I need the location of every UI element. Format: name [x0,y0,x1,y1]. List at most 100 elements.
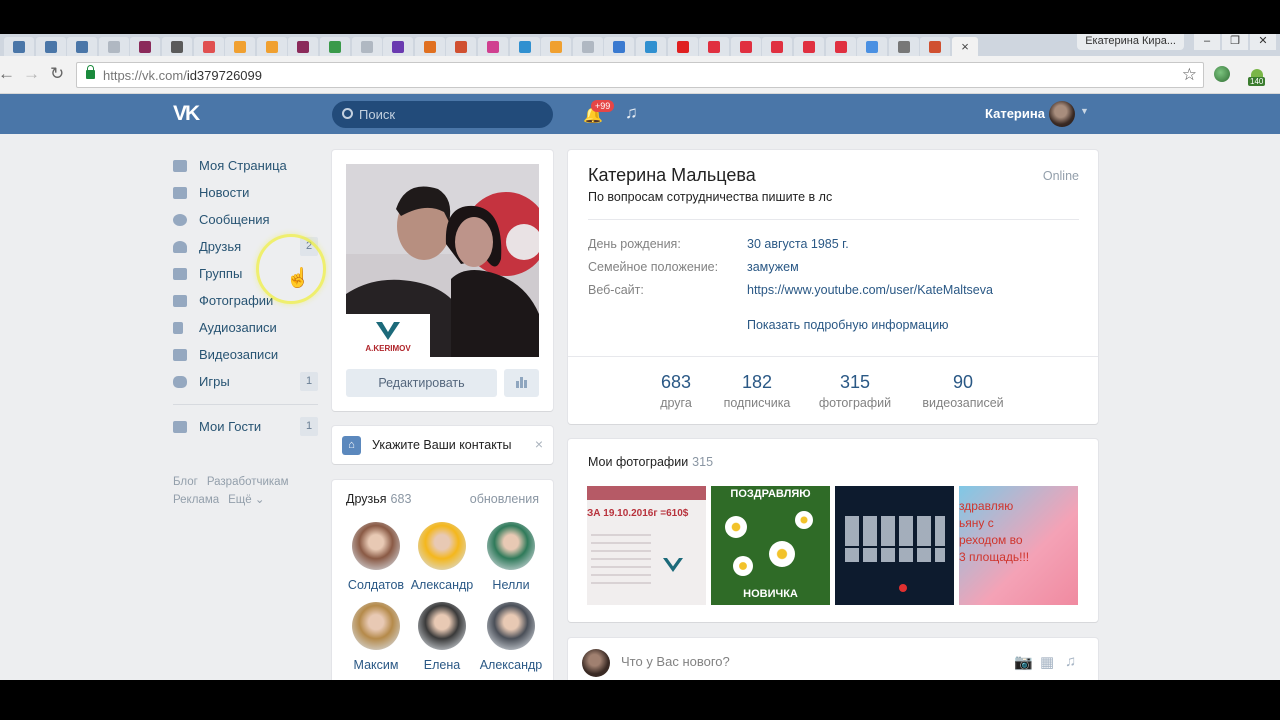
friend-name[interactable]: Александр [407,578,477,592]
browser-tab[interactable] [414,37,445,56]
chevron-down-icon[interactable]: ▼ [1080,106,1089,116]
browser-tab[interactable] [888,37,919,56]
sidebar-item-my-page[interactable]: Моя Страница [173,152,318,179]
friend-item[interactable]: Солдатов [341,522,411,592]
vk-logo[interactable]: VK [173,102,200,126]
close-window-button[interactable]: ✕ [1250,34,1276,50]
browser-tab[interactable] [920,37,951,56]
minimize-button[interactable]: – [1194,34,1220,50]
sidebar-item-messages[interactable]: Сообщения [173,206,318,233]
edit-profile-button[interactable]: Редактировать [346,369,497,397]
search-input[interactable]: Поиск [332,101,553,128]
browser-tab[interactable] [794,37,824,56]
photo-thumb-3[interactable] [835,486,954,605]
browser-tab[interactable] [130,37,161,56]
post-input[interactable]: Что у Вас нового? [621,654,730,669]
friend-name[interactable]: Елена [407,658,477,672]
friend-avatar[interactable] [352,602,400,650]
header-user-name[interactable]: Катерина [985,106,1045,121]
sidebar-item-news[interactable]: Новости [173,179,318,206]
browser-tab[interactable] [256,37,287,56]
browser-tab[interactable] [4,37,34,56]
camera-icon[interactable]: 📷 [1014,653,1033,671]
photo-thumb-1[interactable]: ЗА 19.10.2016г =610$ [587,486,706,605]
friend-avatar[interactable] [487,522,535,570]
profile-photo[interactable]: A.KERIMOV [346,164,539,357]
bookmark-star-icon[interactable]: ☆ [1182,65,1197,85]
counter-followers[interactable]: 182 подписчика [717,372,797,410]
friend-item[interactable]: Александр [476,602,546,672]
friend-name[interactable]: Максим [341,658,411,672]
browser-tab[interactable] [699,37,730,56]
url-text[interactable]: https://vk.com/id379726099 [103,68,262,83]
sidebar-item-games[interactable]: Игры 1 [173,368,318,395]
video-icon[interactable]: ▦ [1040,653,1054,671]
friend-item[interactable]: Максим [341,602,411,672]
counter-friends[interactable]: 683 друга [651,372,701,410]
browser-tab[interactable] [67,37,98,56]
browser-tab[interactable] [667,37,698,56]
browser-tab[interactable] [288,37,319,56]
sidebar-item-audio[interactable]: Аудиозаписи [173,314,318,341]
browser-tab[interactable] [320,37,350,56]
info-value[interactable]: 30 августа 1985 г. [747,237,849,251]
browser-tab[interactable] [825,37,856,56]
friend-name[interactable]: Александр [476,658,546,672]
forward-arrow-icon[interactable]: → [23,64,40,84]
contacts-hint-text[interactable]: Укажите Ваши контакты [372,438,512,452]
footer-link-more[interactable]: Ещё ⌄ [228,494,264,506]
maximize-button[interactable]: ❐ [1222,34,1248,50]
music-icon[interactable]: ♫ [625,103,638,123]
close-tab-icon[interactable]: × [961,39,969,54]
browser-tab[interactable] [225,37,256,56]
extension-android-icon[interactable]: 140 [1248,68,1266,88]
extension-globe-icon[interactable] [1214,66,1230,82]
browser-tab[interactable] [98,37,129,56]
browser-tab[interactable] [730,37,761,56]
browser-tab[interactable] [478,37,508,56]
stats-button[interactable] [504,369,539,397]
footer-link-developers[interactable]: Разработчикам [207,476,289,488]
counter-videos[interactable]: 90 видеозаписей [918,372,1008,410]
sidebar-item-guests[interactable]: Мои Гости 1 [173,413,318,440]
browser-tab[interactable] [351,37,382,56]
audio-icon[interactable]: ♫ [1065,653,1076,670]
friend-name[interactable]: Солдатов [341,578,411,592]
reload-icon[interactable]: ↻ [50,64,64,84]
friend-name[interactable]: Нелли [476,578,546,592]
browser-tab[interactable] [383,37,414,56]
browser-tab[interactable] [604,37,635,56]
friend-item[interactable]: Елена [407,602,477,672]
footer-link-ads[interactable]: Реклама [173,494,219,506]
profile-status[interactable]: По вопросам сотрудничества пишите в лс [588,190,832,204]
photo-thumb-2[interactable]: ПОЗДРАВЛЯЮ НОВИЧКА [711,486,830,605]
browser-tab[interactable] [636,37,666,56]
browser-tab[interactable] [541,37,572,56]
browser-tab[interactable] [162,37,192,56]
browser-tab[interactable] [35,37,66,56]
browser-tab[interactable] [193,37,224,56]
show-more-info-link[interactable]: Показать подробную информацию [747,318,949,332]
info-value[interactable]: замужем [747,260,799,274]
friend-avatar[interactable] [418,602,466,650]
my-photos-title[interactable]: Мои фотографии 315 [588,455,713,469]
counter-photos[interactable]: 315 фотографий [815,372,895,410]
website-link[interactable]: https://www.youtube.com/user/KateMaltsev… [747,283,993,297]
friends-block-title[interactable]: Друзья 683 [346,492,411,506]
close-icon[interactable]: × [535,436,543,452]
header-avatar[interactable] [1049,101,1075,127]
browser-tab[interactable] [857,37,888,56]
friend-avatar[interactable] [418,522,466,570]
footer-link-blog[interactable]: Блог [173,476,198,488]
friend-avatar[interactable] [487,602,535,650]
friend-item[interactable]: Александр [407,522,477,592]
browser-tab[interactable] [509,37,540,56]
active-browser-tab[interactable]: × [952,37,978,56]
browser-tab[interactable] [762,37,793,56]
contacts-hint-card[interactable]: ⌂ Укажите Ваши контакты × [332,426,553,464]
friend-avatar[interactable] [352,522,400,570]
photo-thumb-4[interactable]: здравляю ьяну с реходом во 3 площадь!!! [959,486,1078,605]
friend-item[interactable]: Нелли [476,522,546,592]
friends-updates-link[interactable]: обновления [470,492,539,506]
browser-tab[interactable] [446,37,477,56]
